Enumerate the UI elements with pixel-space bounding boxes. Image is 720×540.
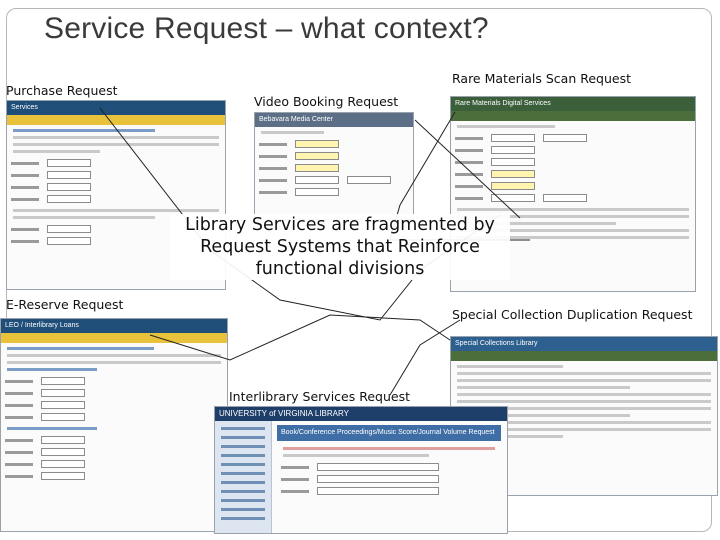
ill-sidebar xyxy=(215,421,272,533)
caption-rare-materials-request: Rare Materials Scan Request xyxy=(452,71,632,86)
ill-main: Book/Conference Proceedings/Music Score/… xyxy=(277,425,501,529)
center-message: Library Services are fragmented by Reque… xyxy=(170,214,510,280)
special-brand: Special Collections Library xyxy=(451,337,717,351)
e-reserve-screenshot: LEO / Interlibrary Loans xyxy=(0,318,228,532)
caption-video-booking-request: Video Booking Request xyxy=(254,94,399,109)
rare-brand: Rare Materials Digital Services xyxy=(451,97,695,111)
special-header-bar xyxy=(451,351,717,361)
rare-header-bar xyxy=(451,111,695,121)
purchase-header-bar xyxy=(7,115,225,125)
ereserve-header-bar xyxy=(1,333,227,343)
ill-request-tab: Book/Conference Proceedings/Music Score/… xyxy=(277,425,501,441)
caption-special-collection-request: Special Collection Duplication Request xyxy=(452,307,693,322)
purchase-brand: Services xyxy=(7,101,225,115)
ereserve-brand: LEO / Interlibrary Loans xyxy=(1,319,227,333)
ill-brand: UNIVERSITY of VIRGINIA LIBRARY xyxy=(215,407,507,421)
slide-title: Service Request – what context? xyxy=(44,12,489,45)
video-brand: Bebavara Media Center xyxy=(255,113,413,127)
caption-interlibrary-request: Interlibrary Services Request xyxy=(229,389,410,404)
caption-e-reserve-request: E-Reserve Request xyxy=(6,297,124,312)
interlibrary-screenshot: UNIVERSITY of VIRGINIA LIBRARY Book/Conf… xyxy=(214,406,508,534)
caption-purchase-request: Purchase Request xyxy=(6,83,118,98)
video-booking-screenshot: Bebavara Media Center xyxy=(254,112,414,220)
